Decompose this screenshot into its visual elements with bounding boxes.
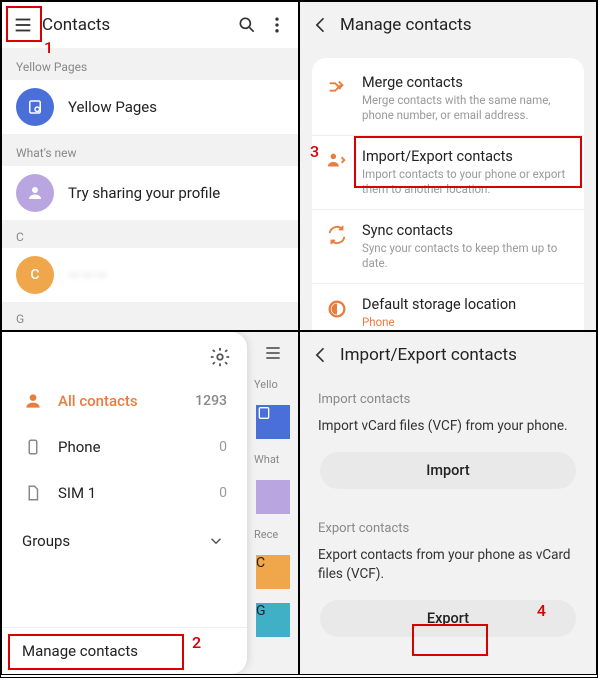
label: SIM 1 xyxy=(58,484,96,502)
search-icon[interactable] xyxy=(236,14,258,36)
avatar: G xyxy=(256,603,290,637)
merge-icon xyxy=(326,76,348,98)
yellow-pages-label: Yellow Pages xyxy=(68,98,157,116)
label: Groups xyxy=(22,532,70,550)
page-title: Contacts xyxy=(42,15,228,35)
count: 0 xyxy=(219,439,227,455)
label: Manage contacts xyxy=(22,642,138,660)
avatar: C xyxy=(256,555,290,589)
yellow-pages-item[interactable]: Yellow Pages xyxy=(2,80,298,134)
count: 1293 xyxy=(195,393,227,409)
background-list: Yello What Rece C G xyxy=(248,332,298,674)
manage-contacts-button[interactable]: Manage contacts xyxy=(2,627,247,674)
person-icon xyxy=(22,390,44,412)
more-icon[interactable] xyxy=(266,14,288,36)
contact-name: ——— xyxy=(68,266,109,284)
import-button[interactable]: Import xyxy=(320,452,576,489)
section-whats-new: What's new xyxy=(2,134,298,166)
sync-contacts-item[interactable]: Sync contacts Sync your contacts to keep … xyxy=(312,209,584,283)
default-storage-item[interactable]: Default storage location Phone xyxy=(312,283,584,331)
sim-item[interactable]: SIM 1 0 xyxy=(2,470,247,516)
screen-import-export: Import/Export contacts Import contacts I… xyxy=(299,331,597,675)
share-profile-item[interactable]: Try sharing your profile xyxy=(2,166,298,220)
export-header: Export contacts xyxy=(300,507,596,540)
back-icon[interactable] xyxy=(310,14,332,36)
item-sub: Merge contacts with the same name, phone… xyxy=(362,93,570,123)
section-yellow-pages: Yellow Pages xyxy=(2,48,298,80)
nav-drawer: All contacts 1293 Phone 0 SIM 1 0 Groups… xyxy=(2,332,247,674)
topbar: Contacts xyxy=(2,2,298,48)
item-title: Import/Export contacts xyxy=(362,148,570,165)
share-profile-label: Try sharing your profile xyxy=(68,184,220,202)
import-header: Import contacts xyxy=(300,378,596,411)
phone-icon xyxy=(22,436,44,458)
export-button[interactable]: Export xyxy=(320,600,576,637)
sync-icon xyxy=(326,224,348,246)
item-sub: Sync your contacts to keep them up to da… xyxy=(362,241,570,271)
contact-avatar: C xyxy=(16,256,54,294)
screen-contacts: Contacts Yellow Pages Yellow Pages What'… xyxy=(1,1,299,331)
contact-row-c[interactable]: C ——— xyxy=(2,248,298,302)
options-card: Merge contacts Merge contacts with the sa… xyxy=(312,58,584,331)
merge-contacts-item[interactable]: Merge contacts Merge contacts with the sa… xyxy=(312,62,584,135)
count: 0 xyxy=(219,485,227,501)
index-g: G xyxy=(2,302,298,330)
export-description: Export contacts from your phone as vCard… xyxy=(300,540,596,594)
item-title: Default storage location xyxy=(362,296,516,313)
import-export-item[interactable]: Import/Export contacts Import contacts to… xyxy=(312,135,584,209)
item-title: Merge contacts xyxy=(362,74,570,91)
screen-manage-contacts: Manage contacts Merge contactsMerge cont… xyxy=(299,1,597,331)
avatar xyxy=(256,480,290,514)
item-sub: Phone xyxy=(362,315,516,330)
page-title: Manage contacts xyxy=(340,15,586,35)
back-icon[interactable] xyxy=(310,344,332,366)
phone-item[interactable]: Phone 0 xyxy=(2,424,247,470)
hamburger-icon[interactable] xyxy=(12,14,34,36)
screen-drawer: Yello What Rece C G All contacts 1293 Ph… xyxy=(1,331,299,675)
label: Phone xyxy=(58,438,101,456)
settings-icon[interactable] xyxy=(209,346,231,368)
import-export-icon xyxy=(326,150,348,172)
sim-icon xyxy=(22,482,44,504)
avatar xyxy=(256,405,290,439)
chevron-down-icon xyxy=(205,530,227,552)
hamburger-icon xyxy=(262,342,284,364)
yellow-pages-icon xyxy=(16,88,54,126)
label: All contacts xyxy=(58,392,138,410)
index-c: C xyxy=(2,220,298,248)
item-sub: Import contacts to your phone or export … xyxy=(362,167,570,197)
import-description: Import vCard files (VCF) from your phone… xyxy=(300,411,596,446)
storage-icon xyxy=(326,298,348,320)
topbar: Manage contacts xyxy=(300,2,596,48)
page-title: Import/Export contacts xyxy=(340,345,586,365)
groups-header[interactable]: Groups xyxy=(2,516,247,562)
topbar: Import/Export contacts xyxy=(300,332,596,378)
profile-icon xyxy=(16,174,54,212)
item-title: Sync contacts xyxy=(362,222,570,239)
all-contacts-item[interactable]: All contacts 1293 xyxy=(2,378,247,424)
